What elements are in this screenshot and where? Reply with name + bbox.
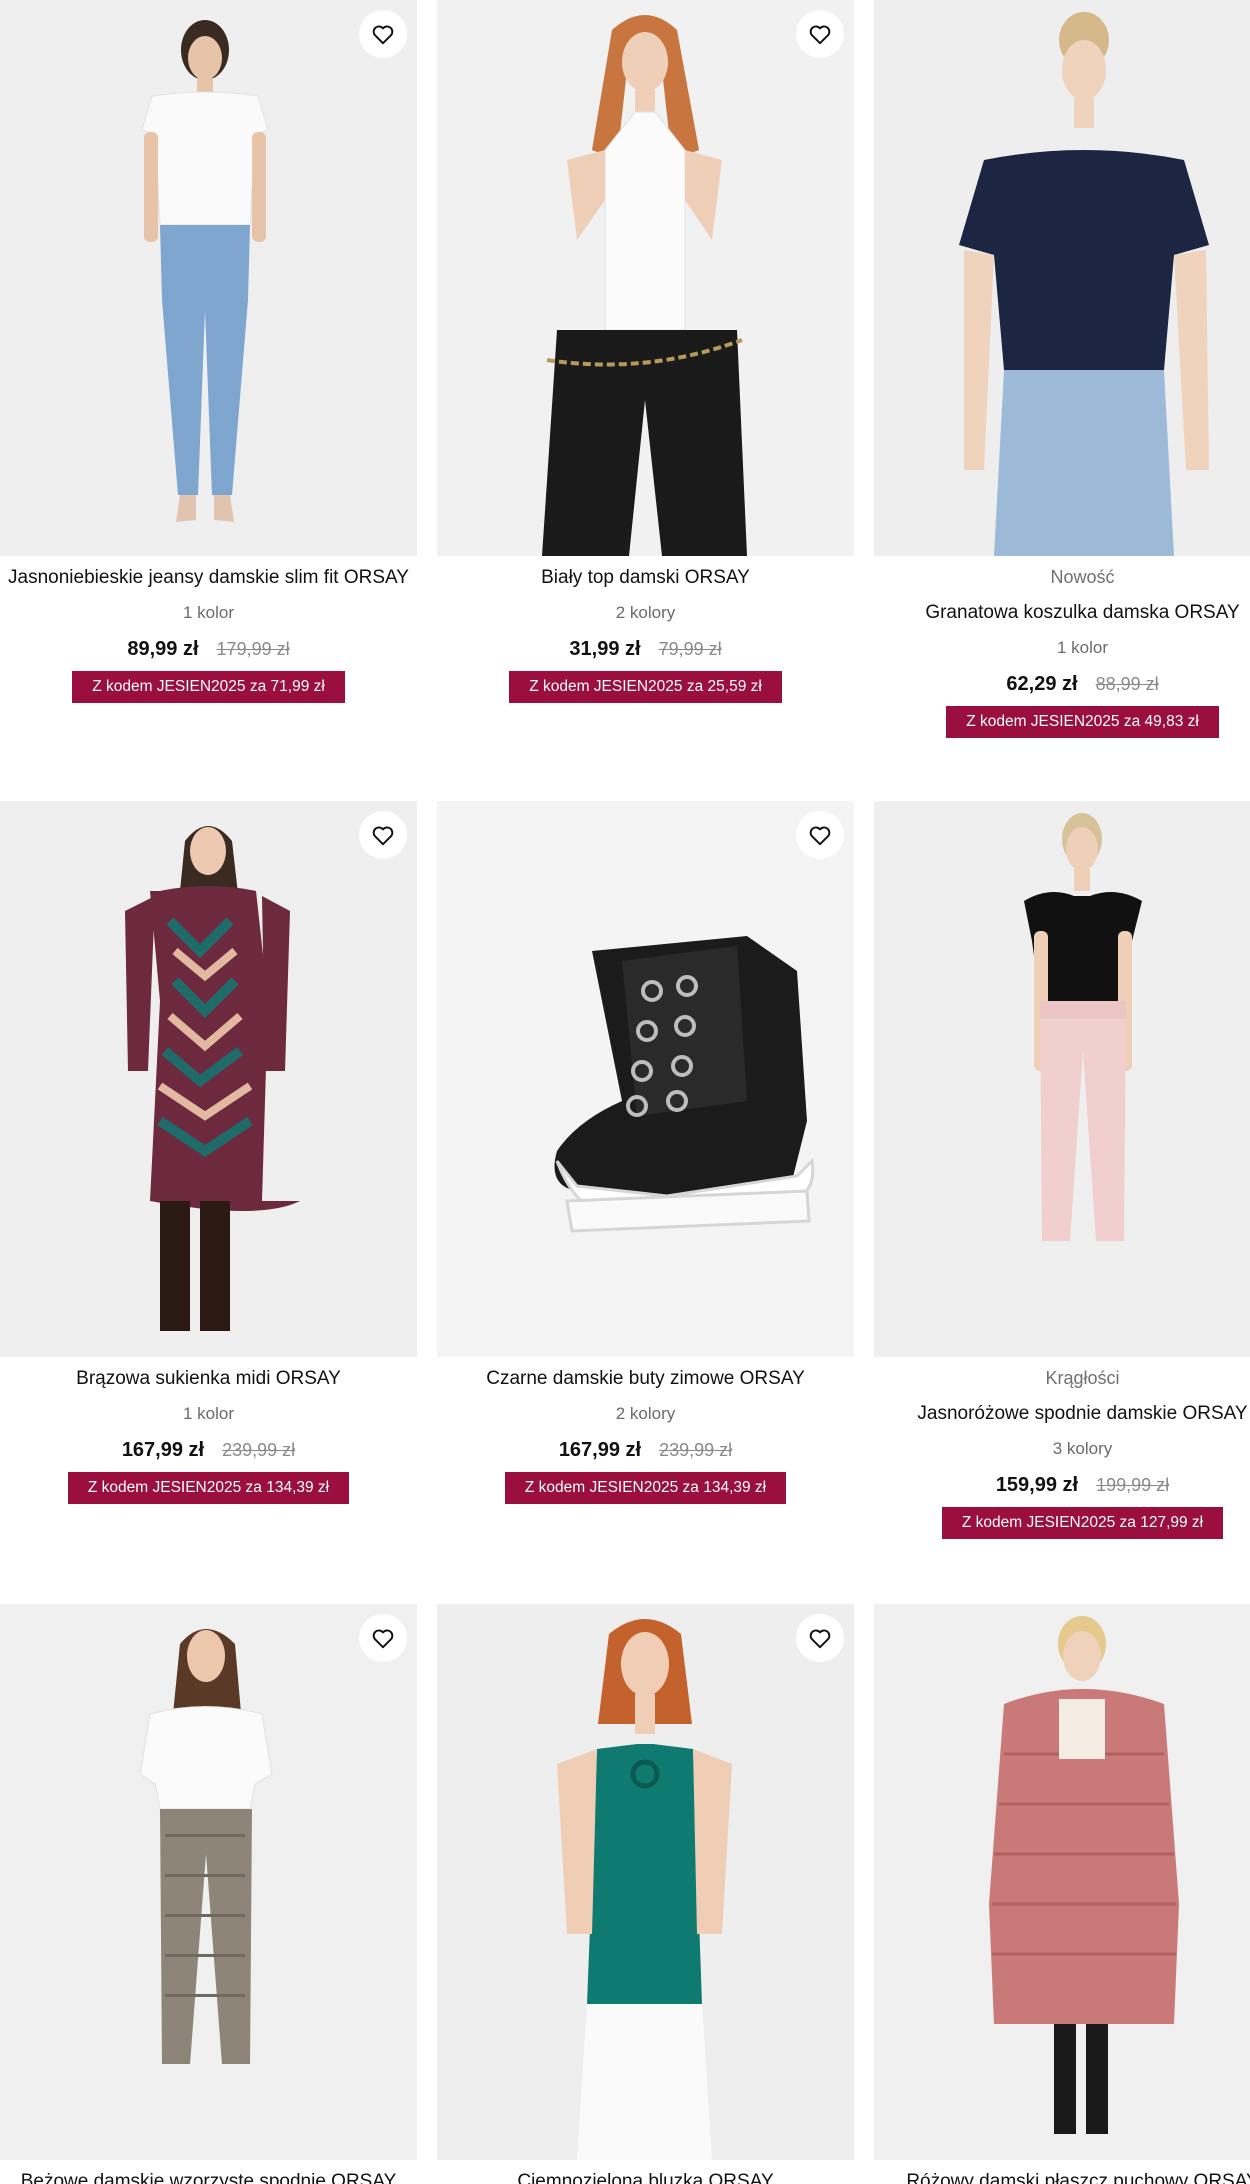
price-row: 89,99 zł 179,99 zł — [0, 637, 417, 661]
product-name[interactable]: Czarne damskie buty zimowe ORSAY — [437, 1367, 854, 1390]
product-tag: Nowość — [1050, 567, 1115, 587]
promo-code-badge: Z kodem JESIEN2025 za 127,99 zł — [941, 1507, 1224, 1539]
product-photo — [0, 1604, 417, 2160]
product-image[interactable] — [437, 1604, 854, 2160]
heart-outline-icon — [809, 25, 831, 45]
color-count: 2 kolory — [615, 603, 676, 622]
product-tag: Krągłości — [1045, 1368, 1120, 1388]
product-image[interactable] — [874, 0, 1250, 556]
product-photo — [0, 801, 417, 1357]
add-to-favorites-button[interactable] — [796, 10, 844, 58]
current-price: 167,99 zł — [558, 1439, 642, 1461]
product-image[interactable] — [0, 0, 417, 556]
color-count: 2 kolory — [615, 1404, 676, 1423]
product-name[interactable]: Ciemnozielona bluzka ORSAY — [437, 2170, 854, 2184]
product-name[interactable]: Granatowa koszulka damska ORSAY — [874, 601, 1250, 624]
product-name[interactable]: Jasnoróżowe spodnie damskie ORSAY — [874, 1402, 1250, 1425]
add-to-favorites-button[interactable] — [359, 1614, 407, 1662]
product-photo — [874, 0, 1250, 556]
heart-outline-icon — [809, 1629, 831, 1649]
product-photo — [437, 801, 854, 1357]
product-card[interactable]: Beżowe damskie wzorzyste spodnie ORSAY — [0, 1604, 417, 2184]
promo-code-badge: Z kodem JESIEN2025 za 134,39 zł — [67, 1472, 350, 1504]
old-price: 199,99 zł — [1096, 1475, 1170, 1495]
add-to-favorites-button[interactable] — [796, 1614, 844, 1662]
color-count: 1 kolor — [182, 1404, 235, 1423]
add-to-favorites-button[interactable] — [796, 811, 844, 859]
product-card[interactable]: Ciemnozielona bluzka ORSAY — [437, 1604, 854, 2184]
product-image[interactable] — [437, 801, 854, 1357]
old-price: 179,99 zł — [216, 639, 290, 659]
product-image[interactable] — [0, 801, 417, 1357]
current-price: 89,99 zł — [127, 638, 199, 660]
product-grid: Jasnoniebieskie jeansy damskie slim fit … — [0, 0, 1250, 2184]
color-count: 1 kolor — [1056, 638, 1109, 657]
product-photo — [437, 1604, 854, 2160]
promo-code-badge: Z kodem JESIEN2025 za 25,59 zł — [509, 671, 782, 703]
current-price: 167,99 zł — [121, 1439, 205, 1461]
heart-outline-icon — [372, 826, 394, 846]
product-image[interactable] — [874, 1604, 1250, 2160]
product-name[interactable]: Jasnoniebieskie jeansy damskie slim fit … — [0, 566, 417, 589]
product-name[interactable]: Beżowe damskie wzorzyste spodnie ORSAY — [0, 2170, 417, 2184]
heart-outline-icon — [809, 826, 831, 846]
product-card[interactable]: Krągłości Jasnoróżowe spodnie damskie OR… — [874, 801, 1250, 1539]
product-image[interactable] — [0, 1604, 417, 2160]
promo-code-badge: Z kodem JESIEN2025 za 71,99 zł — [72, 671, 345, 703]
old-price: 88,99 zł — [1095, 674, 1159, 694]
price-row: 31,99 zł 79,99 zł — [437, 637, 854, 661]
product-card[interactable]: Czarne damskie buty zimowe ORSAY 2 kolor… — [437, 801, 854, 1504]
color-count: 3 kolory — [1052, 1439, 1113, 1458]
current-price: 62,29 zł — [1006, 673, 1078, 695]
product-image[interactable] — [874, 801, 1250, 1357]
price-row: 62,29 zł 88,99 zł — [874, 672, 1250, 696]
product-photo — [437, 0, 854, 556]
old-price: 79,99 zł — [658, 639, 722, 659]
heart-outline-icon — [372, 1629, 394, 1649]
color-count: 1 kolor — [182, 603, 235, 622]
old-price: 239,99 zł — [659, 1440, 733, 1460]
old-price: 239,99 zł — [222, 1440, 296, 1460]
product-card[interactable]: Jasnoniebieskie jeansy damskie slim fit … — [0, 0, 417, 703]
price-row: 167,99 zł 239,99 zł — [0, 1438, 417, 1462]
add-to-favorites-button[interactable] — [359, 811, 407, 859]
product-card[interactable]: Różowy damski płaszcz puchowy ORSAY — [874, 1604, 1250, 2184]
promo-code-badge: Z kodem JESIEN2025 za 134,39 zł — [504, 1472, 787, 1504]
product-image[interactable] — [437, 0, 854, 556]
current-price: 31,99 zł — [569, 638, 641, 660]
product-name[interactable]: Biały top damski ORSAY — [437, 566, 854, 589]
current-price: 159,99 zł — [995, 1474, 1079, 1496]
heart-outline-icon — [372, 25, 394, 45]
product-card[interactable]: Biały top damski ORSAY 2 kolory 31,99 zł… — [437, 0, 854, 703]
promo-code-badge: Z kodem JESIEN2025 za 49,83 zł — [946, 706, 1219, 738]
product-name[interactable]: Brązowa sukienka midi ORSAY — [0, 1367, 417, 1390]
product-photo — [0, 0, 417, 556]
price-row: 159,99 zł 199,99 zł — [874, 1473, 1250, 1497]
product-photo — [874, 1604, 1250, 2160]
product-card[interactable]: Nowość Granatowa koszulka damska ORSAY 1… — [874, 0, 1250, 738]
price-row: 167,99 zł 239,99 zł — [437, 1438, 854, 1462]
product-card[interactable]: Brązowa sukienka midi ORSAY 1 kolor 167,… — [0, 801, 417, 1504]
product-photo — [874, 801, 1250, 1357]
product-name[interactable]: Różowy damski płaszcz puchowy ORSAY — [874, 2170, 1250, 2184]
add-to-favorites-button[interactable] — [359, 10, 407, 58]
